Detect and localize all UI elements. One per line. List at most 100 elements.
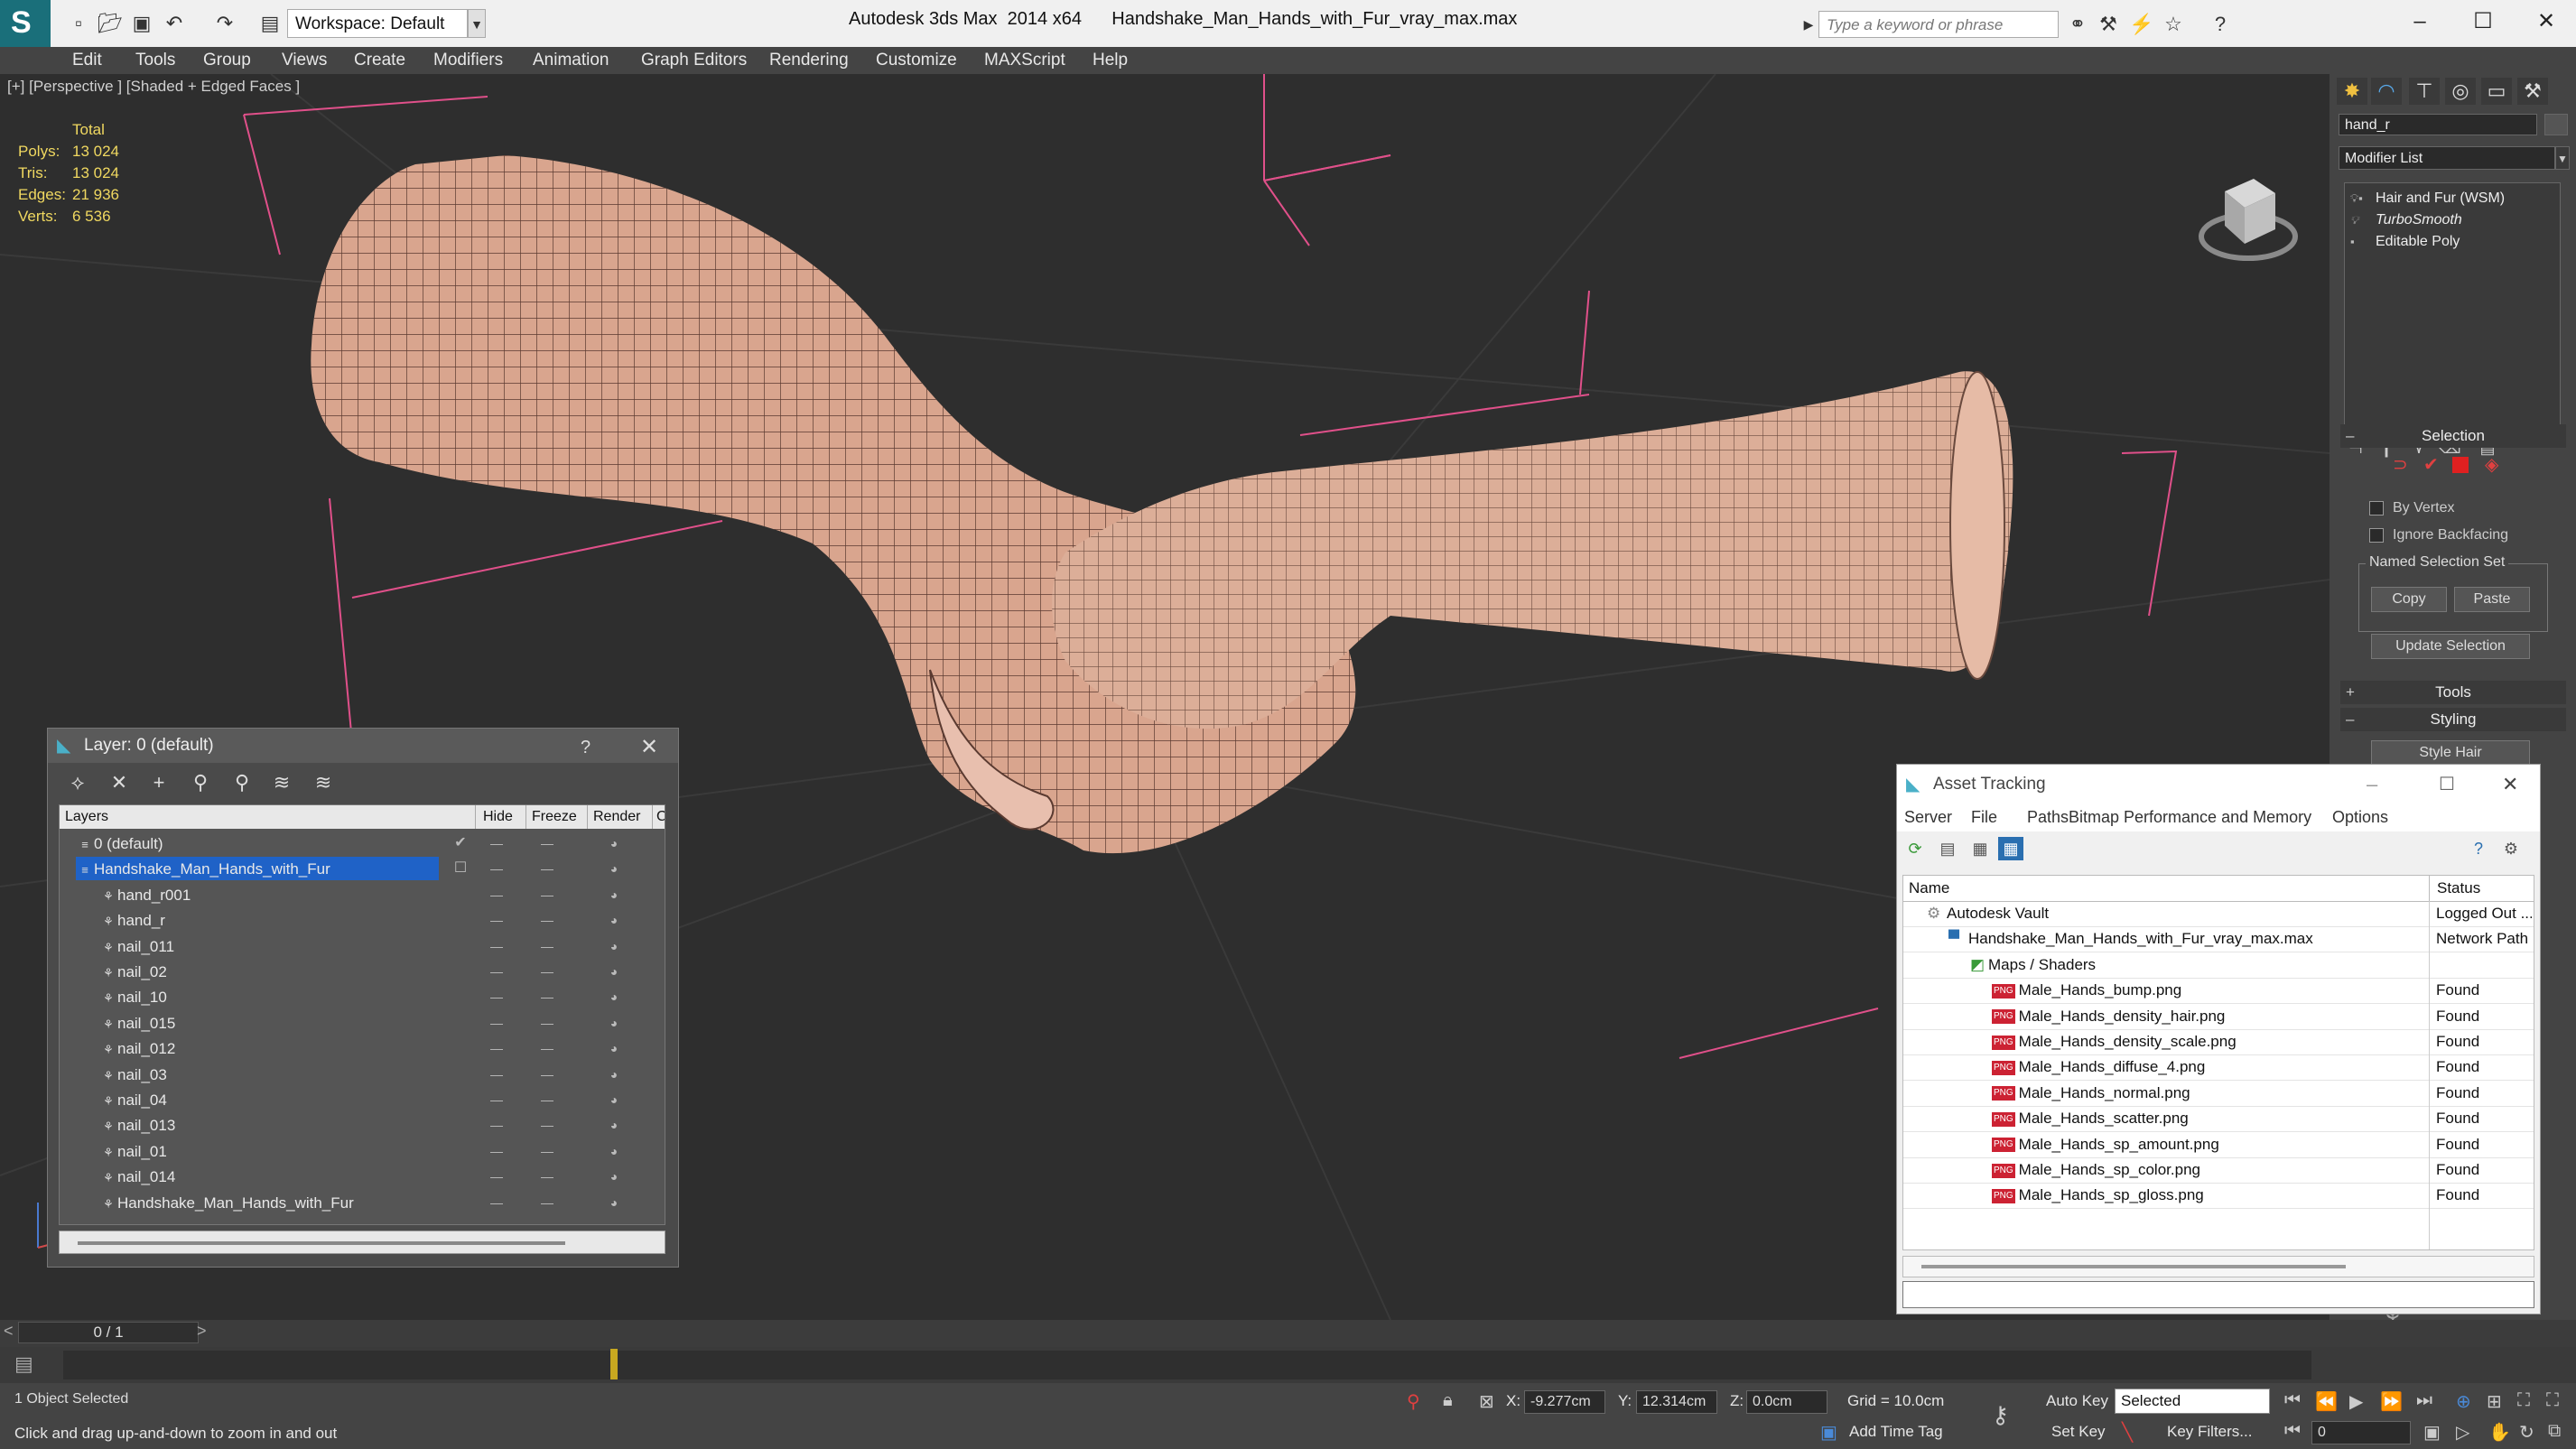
by-vertex-checkbox[interactable]: By Vertex [2369,500,2454,516]
layer-object-row[interactable]: ⚘ nail_012 — — ◕ [60,1036,665,1061]
selection-rollout-header[interactable]: – Selection [2340,424,2566,448]
freeze-toggle-icon[interactable]: — [529,907,565,933]
layer-object-row[interactable]: ⚘ nail_04 — — ◕ [60,1087,665,1112]
hide-toggle-icon[interactable]: — [479,1112,515,1138]
help-icon[interactable]: ? [2466,837,2491,860]
layer-object-row[interactable]: ⚘ nail_02 — — ◕ [60,959,665,984]
key-filters-button[interactable]: Key Filters... [2167,1423,2252,1441]
col-hide[interactable]: Hide [475,805,513,829]
isolate-selection-icon[interactable]: ⚲ [1407,1390,1420,1413]
render-toggle-icon[interactable]: ◕ [596,1036,632,1061]
time-next-button[interactable]: > [197,1322,207,1341]
asset-row[interactable]: PNG Male_Hands_diffuse_4.png Found [1903,1054,2534,1082]
close-icon[interactable]: ✕ [640,730,658,765]
freeze-all-layers-icon[interactable]: ≋ [310,770,337,795]
menu-help[interactable]: Help [1093,51,1128,70]
project-folder-icon[interactable]: ▤ [258,13,282,34]
minimize-button[interactable]: – [2367,765,2377,804]
key-mode-icon[interactable]: ╲ [2122,1421,2133,1444]
search-input[interactable]: Type a keyword or phrase [1818,11,2059,38]
layer-table[interactable]: Layers Hide Freeze Render C ≡ 0 (default)… [59,804,665,1225]
hide-toggle-icon[interactable]: — [479,959,515,984]
render-toggle-icon[interactable]: ◕ [596,831,632,856]
layer-name[interactable]: ⚘ nail_013 [99,1113,370,1137]
current-time-marker[interactable] [610,1349,618,1379]
highlight-selected-icon[interactable]: ⚲ [228,770,256,795]
layer-name[interactable]: ≡ Handshake_Man_Hands_with_Fur [76,857,439,881]
layer-name[interactable]: ⚘ nail_10 [99,985,370,1008]
asset-row[interactable]: ▀ Handshake_Man_Hands_with_Fur_vray_max.m… [1903,926,2534,953]
asset-menu-options[interactable]: Options [2332,808,2388,827]
asset-row[interactable]: PNG Male_Hands_scatter.png Found [1903,1106,2534,1133]
layer-object-row[interactable]: ⚘ nail_011 — — ◕ [60,933,665,959]
asset-row[interactable]: PNG Male_Hands_sp_gloss.png Found [1903,1183,2534,1210]
freeze-toggle-icon[interactable]: — [529,1010,565,1036]
freeze-toggle-icon[interactable]: — [529,984,565,1009]
render-toggle-icon[interactable]: ◕ [596,1087,632,1112]
hide-toggle-icon[interactable]: — [479,1010,515,1036]
hide-toggle-icon[interactable]: — [479,1062,515,1087]
render-toggle-icon[interactable]: ◕ [596,1164,632,1189]
asset-row[interactable]: PNG Male_Hands_bump.png Found [1903,978,2534,1005]
render-toggle-icon[interactable]: ◕ [596,1112,632,1138]
asset-dialog-title-bar[interactable]: ◣ Asset Tracking – ☐ ✕ [1897,765,2540,804]
asset-horizontal-scrollbar[interactable] [1902,1256,2534,1277]
render-toggle-icon[interactable]: ◕ [596,1138,632,1164]
help-icon[interactable]: ? [2209,13,2232,36]
layer-name[interactable]: ⚘ nail_012 [99,1036,370,1060]
create-tab-icon[interactable]: ✸ [2337,78,2367,105]
layer-name[interactable]: ⚘ nail_04 [99,1088,370,1111]
y-coordinate-field[interactable]: 12.314cm [1636,1390,1717,1414]
display-tab-icon[interactable]: ▭ [2481,78,2512,105]
time-prev-button[interactable]: < [4,1322,14,1341]
layer-object-row[interactable]: ⚘ nail_03 — — ◕ [60,1062,665,1087]
orbit-icon[interactable]: ↻ [2519,1421,2534,1444]
viewport-label[interactable]: [+] [Perspective ] [Shaded + Edged Faces… [7,78,300,96]
stack-item-hair-and-fur[interactable]: 💡︎▪ Hair and Fur (WSM) [2350,189,2554,209]
asset-menu-file[interactable]: File [1971,808,1997,827]
absolute-mode-icon[interactable]: ⊠ [1479,1390,1494,1413]
freeze-toggle-icon[interactable]: — [529,1164,565,1189]
freeze-toggle-icon[interactable]: — [529,831,565,856]
menu-tools[interactable]: Tools [135,51,175,70]
new-layer-icon[interactable]: ⟡ [64,770,91,795]
menu-maxscript[interactable]: MAXScript [984,51,1065,70]
layer-name[interactable]: ⚘ hand_r001 [99,883,370,906]
motion-tab-icon[interactable]: ◎ [2445,78,2476,105]
render-toggle-icon[interactable]: ◕ [596,959,632,984]
asset-row[interactable]: PNG Male_Hands_sp_color.png Found [1903,1157,2534,1184]
hide-toggle-icon[interactable]: — [479,1036,515,1061]
lock-selection-icon[interactable]: 🔒︎ [1443,1390,1453,1411]
zoom-extents-all-icon[interactable]: ⛶ [2546,1390,2559,1411]
freeze-toggle-icon[interactable]: — [529,1062,565,1087]
z-coordinate-field[interactable]: 0.0cm [1746,1390,1827,1414]
asset-row[interactable]: ⚙ Autodesk Vault Logged Out ... [1903,901,2534,927]
hair-guide-icon[interactable]: ⊃ [2393,453,2408,476]
layer-name[interactable]: ≡ 0 (default) [76,831,439,855]
layer-object-row[interactable]: ⚘ nail_01 — — ◕ [60,1138,665,1164]
layer-name[interactable]: ⚘ nail_011 [99,934,370,958]
refresh-icon[interactable]: ⟳ [1902,837,1928,860]
chevron-down-icon[interactable]: ▼ [468,9,486,38]
set-key-button[interactable]: Set Key [2051,1423,2106,1441]
strand-select-icon[interactable]: ✔ [2423,453,2439,476]
x-coordinate-field[interactable]: -9.277cm [1524,1390,1605,1414]
undo-icon[interactable]: ↶ [163,13,186,34]
object-color-swatch[interactable] [2544,114,2568,135]
layer-object-row[interactable]: ⚘ nail_014 — — ◕ [60,1164,665,1189]
new-file-icon[interactable]: ▫ [67,13,90,34]
menu-edit[interactable]: Edit [72,51,102,70]
layer-row[interactable]: ≡ 0 (default) ✔ — — ◕ [60,831,665,856]
key-icon[interactable]: ⚷ [1992,1401,2009,1429]
style-hair-button[interactable]: Style Hair [2371,740,2530,766]
layer-name[interactable]: ⚘ hand_r [99,908,370,932]
tools-rollout-header[interactable]: + Tools [2340,681,2566,704]
update-selection-button[interactable]: Update Selection [2371,634,2530,659]
zoom-all-icon[interactable]: ⊞ [2487,1390,2502,1413]
settings-icon[interactable]: ⚙ [2498,837,2524,860]
col-layers[interactable]: Layers [65,805,108,829]
add-to-layer-icon[interactable]: + [145,770,172,795]
freeze-toggle-icon[interactable]: — [529,1190,565,1215]
maximize-button[interactable]: ☐ [2439,765,2455,804]
hide-toggle-icon[interactable]: — [479,933,515,959]
